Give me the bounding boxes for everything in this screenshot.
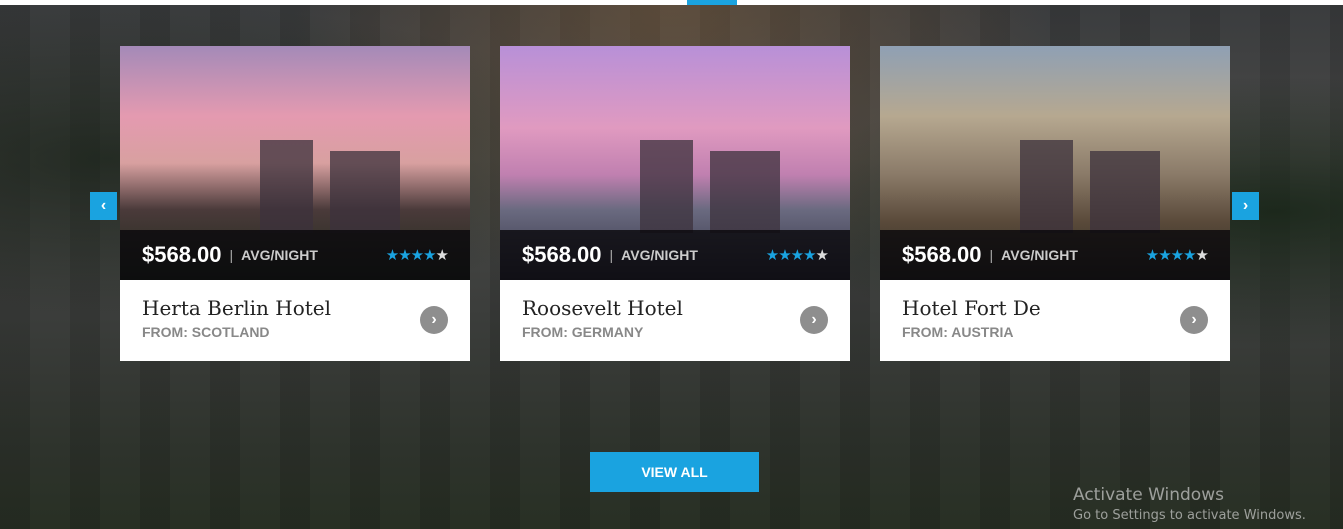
chevron-left-icon: ‹ [100,197,107,214]
chevron-right-icon: › [431,311,437,328]
prev-arrow-button[interactable]: ‹ [90,192,117,220]
price: $568.00 [902,242,982,267]
hotel-card[interactable]: $568.00 | AVG/NIGHT ★★★★★ Roosevelt Hote… [500,46,850,361]
star-filled-icon: ★ [410,247,424,264]
separator: | [229,247,234,263]
star-filled-icon: ★ [778,247,791,264]
details-button[interactable]: › [1180,306,1208,334]
chevron-right-icon: › [1191,311,1197,328]
star-filled-icon: ★ [385,247,399,264]
details-button[interactable]: › [420,306,448,334]
star-filled-icon: ★ [765,247,779,264]
per-night-label: AVG/NIGHT [241,247,318,263]
star-empty-icon: ★ [435,247,449,264]
star-filled-icon: ★ [398,247,411,264]
star-filled-icon: ★ [1170,247,1184,264]
price: $568.00 [142,242,222,267]
hotel-image[interactable]: $568.00 | AVG/NIGHT ★★★★★ [880,46,1230,280]
watermark-title: Activate Windows [1073,485,1224,505]
star-filled-icon: ★ [1158,247,1171,264]
star-filled-icon: ★ [1183,247,1196,264]
price: $568.00 [522,242,602,267]
view-all-button[interactable]: VIEW ALL [590,452,759,492]
hotel-image[interactable]: $568.00 | AVG/NIGHT ★★★★★ [120,46,470,280]
hotel-name[interactable]: Hotel Fort De [902,296,1208,320]
star-rating: ★★★★★ [1145,246,1209,264]
price-overlay: $568.00 | AVG/NIGHT ★★★★★ [880,230,1230,280]
hotel-image[interactable]: $568.00 | AVG/NIGHT ★★★★★ [500,46,850,280]
price-overlay: $568.00 | AVG/NIGHT ★★★★★ [500,230,850,280]
per-night-label: AVG/NIGHT [1001,247,1078,263]
star-empty-icon: ★ [815,247,829,264]
chevron-right-icon: › [811,311,817,328]
star-rating: ★★★★★ [385,246,449,264]
hotel-name[interactable]: Herta Berlin Hotel [142,296,448,320]
star-filled-icon: ★ [803,247,816,264]
watermark-subtitle: Go to Settings to activate Windows. [1073,508,1306,523]
star-empty-icon: ★ [1195,247,1209,264]
star-filled-icon: ★ [423,247,436,264]
hotel-card[interactable]: $568.00 | AVG/NIGHT ★★★★★ Hotel Fort De … [880,46,1230,361]
hotel-origin: FROM: AUSTRIA [902,324,1014,340]
top-bar [0,0,1343,5]
hotel-origin: FROM: GERMANY [522,324,644,340]
price-overlay: $568.00 | AVG/NIGHT ★★★★★ [120,230,470,280]
hotel-origin: FROM: SCOTLAND [142,324,270,340]
star-filled-icon: ★ [790,247,804,264]
separator: | [609,247,614,263]
per-night-label: AVG/NIGHT [621,247,698,263]
next-arrow-button[interactable]: › [1232,192,1259,220]
star-filled-icon: ★ [1145,247,1159,264]
separator: | [989,247,994,263]
windows-watermark: Activate Windows Go to Settings to activ… [1073,485,1306,523]
chevron-right-icon: › [1242,197,1249,214]
slide-indicator[interactable] [687,0,737,5]
details-button[interactable]: › [800,306,828,334]
star-rating: ★★★★★ [765,246,829,264]
hotel-name[interactable]: Roosevelt Hotel [522,296,828,320]
hotel-card[interactable]: $568.00 | AVG/NIGHT ★★★★★ Herta Berlin H… [120,46,470,361]
